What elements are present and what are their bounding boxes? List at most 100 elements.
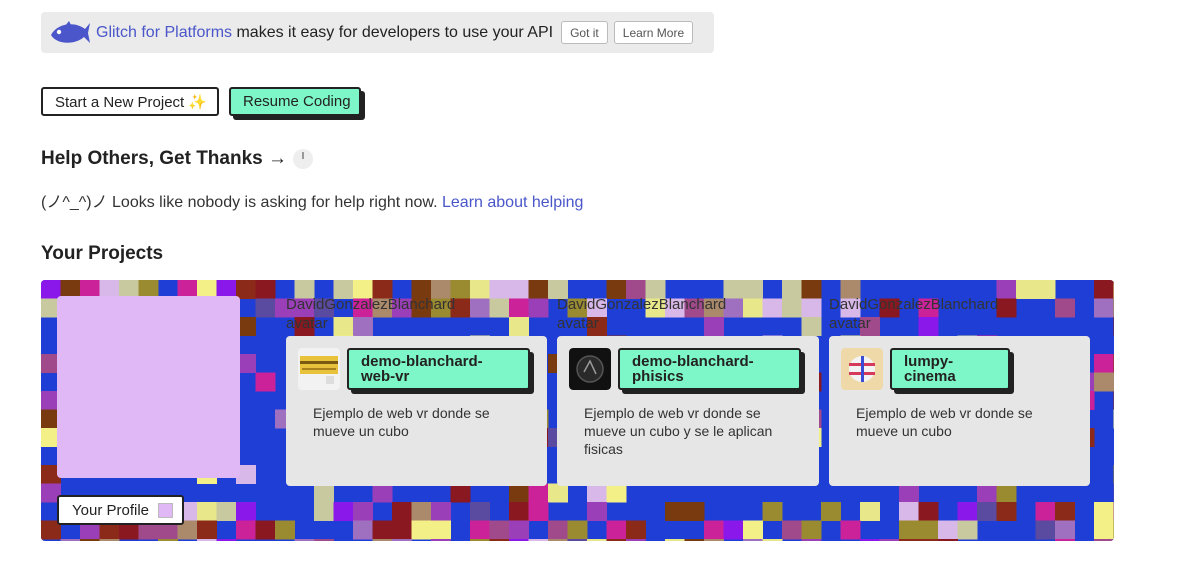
mosaic-tile (255, 520, 276, 540)
project-card[interactable]: DavidGonzalezBlanchard avatar lumpy-cinem… (829, 295, 1090, 486)
learn-about-helping-link[interactable]: Learn about helping (442, 194, 583, 211)
project-card[interactable]: DavidGonzalezBlanchard avatar demo-blanch… (557, 295, 819, 486)
mosaic-tile (567, 520, 588, 540)
mosaic-tile (470, 539, 490, 541)
mosaic-tile (216, 539, 237, 541)
mosaic-tile (509, 520, 529, 540)
mosaic-tile (938, 539, 958, 541)
mosaic-tile (548, 483, 568, 503)
mosaic-tile (665, 539, 685, 541)
project-name-button[interactable]: demo-blanchard-web-vr (347, 348, 530, 390)
mosaic-tile (606, 483, 627, 503)
mosaic-tile (704, 539, 724, 541)
mosaic-tile (528, 539, 549, 541)
mosaic-tile (626, 539, 646, 541)
mosaic-tile (762, 502, 783, 521)
owner-avatar-alt: avatar (557, 315, 599, 332)
mosaic-tile (1113, 465, 1114, 484)
project-dark-orb-icon (569, 348, 611, 390)
help-message: (ノ^_^)ノ Looks like nobody is asking for … (41, 194, 442, 211)
mosaic-tile (528, 502, 549, 521)
mosaic-tile (158, 539, 178, 541)
mosaic-tile (801, 298, 822, 318)
mosaic-tile (548, 520, 568, 540)
mosaic-tile (977, 483, 997, 503)
owner-avatar[interactable]: DavidGonzalezBlanchard avatar (286, 295, 456, 335)
mosaic-tile (801, 520, 822, 540)
mosaic-tile (509, 483, 529, 503)
mosaic-tile (1055, 539, 1075, 541)
project-card[interactable]: DavidGonzalezBlanchard avatar demo-blanch… (286, 295, 547, 486)
mosaic-tile (801, 317, 822, 336)
start-new-project-button[interactable]: Start a New Project ✨ (41, 87, 219, 116)
mosaic-tile (821, 502, 841, 521)
mosaic-tile (411, 502, 432, 521)
mosaic-tile (216, 502, 237, 521)
mosaic-tile (1094, 280, 1114, 299)
mosaic-tile (255, 298, 276, 318)
mosaic-tile (470, 298, 490, 318)
mosaic-tile (996, 298, 1017, 318)
project-description: Ejemplo de web vr donde se mueve un cubo… (584, 405, 773, 457)
mosaic-tile (392, 502, 412, 521)
loader-icon (293, 149, 313, 169)
banner-text: makes it easy for developers to use your… (232, 23, 554, 41)
mosaic-tile (333, 502, 354, 521)
mosaic-tile (1094, 539, 1114, 541)
owner-avatar[interactable]: DavidGonzalezBlanchard avatar (557, 295, 727, 335)
owner-name: DavidGonzalezBlanchard (557, 296, 727, 313)
owner-avatar[interactable]: DavidGonzalezBlanchard avatar (829, 295, 998, 335)
owner-name: DavidGonzalezBlanchard (286, 296, 456, 313)
profile-avatar[interactable] (57, 296, 240, 478)
mosaic-tile (528, 298, 549, 318)
mosaic-tile (1055, 298, 1075, 318)
mosaic-tile (801, 280, 822, 299)
mosaic-tile (431, 502, 451, 521)
mosaic-tile (1094, 354, 1114, 373)
mosaic-tile (255, 372, 276, 392)
mosaic-tile (470, 280, 490, 299)
mosaic-tile (879, 539, 900, 541)
project-glitch-text-icon (298, 348, 340, 390)
learn-more-button[interactable]: Learn More (613, 21, 694, 44)
mosaic-tile (996, 280, 1017, 299)
mosaic-tile (840, 520, 861, 540)
project-name-button[interactable]: demo-blanchard-phisics (618, 348, 801, 390)
mosaic-tile (938, 520, 958, 540)
mosaic-tile (782, 280, 802, 299)
mosaic-tile (743, 520, 763, 540)
project-name-button[interactable]: lumpy-cinema (890, 348, 1010, 390)
glitch-platforms-link[interactable]: Glitch for Platforms (96, 24, 232, 41)
mosaic-tile (918, 502, 939, 521)
mosaic-tile (743, 298, 763, 318)
mosaic-tile (509, 502, 529, 521)
project-description: Ejemplo de web vr donde se mueve un cubo (856, 405, 1033, 439)
mosaic-tile (626, 520, 646, 540)
got-it-button[interactable]: Got it (561, 21, 608, 44)
mosaic-tile (470, 502, 490, 521)
mosaic-tile (509, 539, 529, 541)
your-profile-button[interactable]: Your Profile (57, 495, 184, 525)
mosaic-tile (489, 280, 510, 299)
mosaic-tile (1055, 502, 1075, 521)
mosaic-tile (489, 539, 510, 541)
mosaic-tile (665, 502, 685, 521)
mosaic-tile (587, 502, 607, 521)
banner-message: Glitch for Platforms makes it easy for d… (96, 24, 553, 42)
mosaic-tile (587, 539, 607, 541)
mosaic-tile (957, 502, 978, 521)
profile-color-swatch (158, 502, 173, 518)
mosaic-tile (392, 520, 412, 540)
mosaic-tile (684, 502, 705, 521)
mosaic-tile (1094, 372, 1114, 392)
mosaic-tile (431, 520, 451, 540)
mosaic-tile (314, 483, 334, 503)
mosaic-tile (197, 520, 217, 540)
resume-coding-button[interactable]: Resume Coding (229, 87, 361, 116)
mosaic-tile (99, 539, 120, 541)
glitch-fish-logo-icon (51, 20, 90, 43)
mosaic-tile (197, 539, 217, 541)
mosaic-tile (372, 539, 393, 541)
mosaic-tile (743, 539, 763, 541)
mosaic-tile (782, 298, 802, 318)
